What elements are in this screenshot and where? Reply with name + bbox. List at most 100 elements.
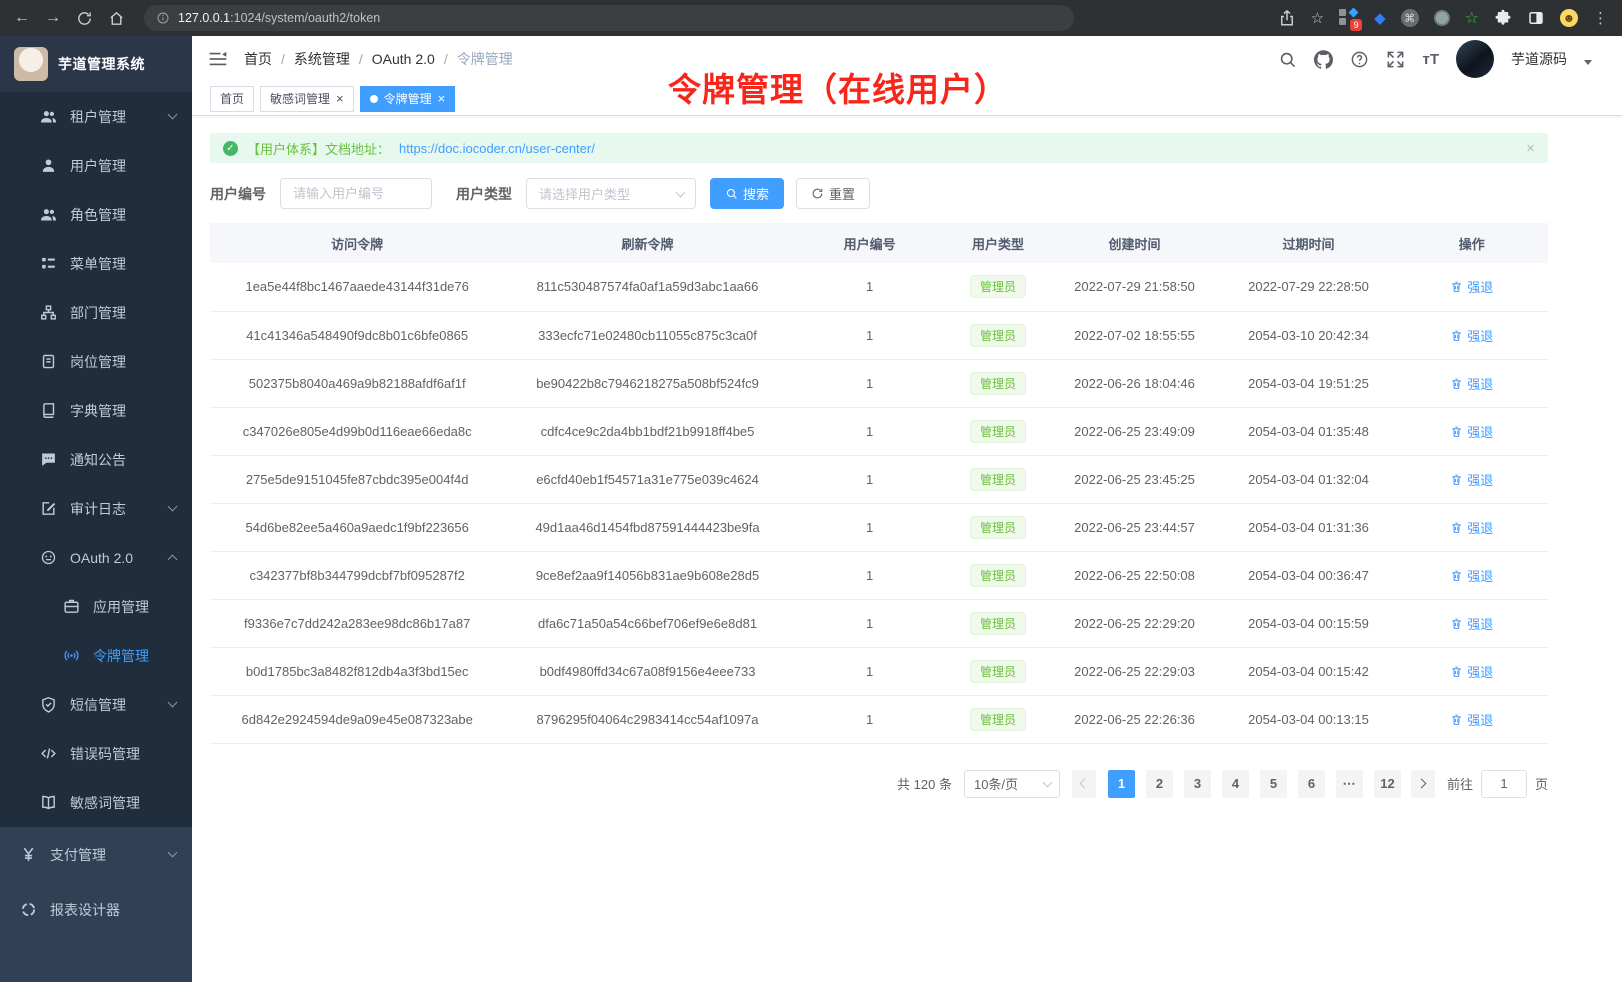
breadcrumb-home[interactable]: 首页 xyxy=(244,49,272,69)
reset-button[interactable]: 重置 xyxy=(796,178,870,209)
help-icon[interactable] xyxy=(1350,50,1369,69)
dot-extension-icon[interactable] xyxy=(1434,10,1450,26)
sidebar-item[interactable]: 岗位管理 xyxy=(0,337,192,386)
col-create-time: 创建时间 xyxy=(1048,223,1222,263)
page-button[interactable]: 3 xyxy=(1184,770,1211,798)
sidebar-item[interactable]: 租户管理 xyxy=(0,92,192,141)
font-size-icon[interactable] xyxy=(1422,51,1439,68)
alert-close-icon[interactable] xyxy=(1526,141,1535,156)
sidebar-item-label: 敏感词管理 xyxy=(70,793,140,813)
share-icon[interactable] xyxy=(1278,9,1296,27)
sidebar-item[interactable]: 错误码管理 xyxy=(0,729,192,778)
page-button[interactable]: 1 xyxy=(1108,770,1135,798)
force-logout-link[interactable]: 强退 xyxy=(1450,470,1493,489)
force-logout-link[interactable]: 强退 xyxy=(1450,277,1493,296)
sidebar-item[interactable]: 审计日志 xyxy=(0,484,192,533)
sidebar-item[interactable]: 应用管理 xyxy=(0,582,192,631)
tab-label: 令牌管理 xyxy=(384,90,432,107)
force-logout-link[interactable]: 强退 xyxy=(1450,566,1493,585)
table-row: 41c41346a548490f9dc8b01c6bfe0865 333ecfc… xyxy=(210,311,1548,359)
browser-menu-icon[interactable]: ⋮ xyxy=(1593,11,1608,26)
table-row: 6d842e2924594de9a09e45e087323abe 8796295… xyxy=(210,695,1548,743)
page-button[interactable]: 6 xyxy=(1298,770,1325,798)
force-logout-link[interactable]: 强退 xyxy=(1450,326,1493,345)
force-logout-link[interactable]: 强退 xyxy=(1450,662,1493,681)
bookmark-star-icon[interactable]: ☆ xyxy=(1311,11,1324,26)
breadcrumb-oauth[interactable]: OAuth 2.0 xyxy=(372,51,435,67)
sidebar-item[interactable]: 支付管理 xyxy=(0,827,192,882)
force-logout-link[interactable]: 强退 xyxy=(1450,710,1493,729)
sidebar-item[interactable]: 敏感词管理 xyxy=(0,778,192,827)
sidebar-item[interactable]: 菜单管理 xyxy=(0,239,192,288)
user-id-cell: 1 xyxy=(791,359,949,407)
expire-time-cell: 2054-03-04 01:32:04 xyxy=(1222,455,1396,503)
page-button[interactable]: 5 xyxy=(1260,770,1287,798)
force-logout-link[interactable]: 强退 xyxy=(1450,614,1493,633)
sidebar-toggle-icon[interactable] xyxy=(208,49,228,69)
emoji-extension-icon[interactable] xyxy=(1560,9,1578,27)
prev-page-button[interactable] xyxy=(1072,770,1096,798)
search-icon[interactable] xyxy=(1278,50,1297,69)
expire-time-cell: 2054-03-04 19:51:25 xyxy=(1222,359,1396,407)
address-bar[interactable]: 127.0.0.1:1024/system/oauth2/token xyxy=(144,5,1074,31)
user-name[interactable]: 芋道源码 xyxy=(1511,49,1567,69)
breadcrumb-system[interactable]: 系统管理 xyxy=(294,49,350,69)
doc-link[interactable]: https://doc.iocoder.cn/user-center/ xyxy=(399,141,595,156)
sidebar-item[interactable]: 字典管理 xyxy=(0,386,192,435)
page-button[interactable]: ⋯ xyxy=(1336,770,1363,798)
user-id-input[interactable] xyxy=(280,178,432,209)
tab-close-icon[interactable] xyxy=(438,92,446,105)
search-button[interactable]: 搜索 xyxy=(710,178,784,209)
trash-icon xyxy=(1450,377,1463,390)
sidebar-item[interactable]: 报表设计器 xyxy=(0,882,192,937)
user-type-label: 用户类型 xyxy=(456,184,512,204)
browser-reload-button[interactable] xyxy=(76,10,93,27)
tab[interactable]: 令牌管理 xyxy=(360,86,456,112)
menu-icon xyxy=(40,255,57,272)
chevron-down-icon xyxy=(168,502,178,512)
browser-home-button[interactable] xyxy=(108,10,125,27)
user-id-cell: 1 xyxy=(791,599,949,647)
create-time-cell: 2022-06-25 22:26:36 xyxy=(1048,695,1222,743)
tab[interactable]: 敏感词管理 xyxy=(260,86,354,112)
page-button[interactable]: 2 xyxy=(1146,770,1173,798)
chevron-down-icon xyxy=(676,187,686,197)
user-avatar[interactable] xyxy=(1456,40,1494,78)
sidebar-item[interactable]: 通知公告 xyxy=(0,435,192,484)
sidebar-item[interactable]: OAuth 2.0 xyxy=(0,533,192,582)
sidebar-item[interactable]: 短信管理 xyxy=(0,680,192,729)
sidebar-item[interactable]: 令牌管理 xyxy=(0,631,192,680)
table-header-row: 访问令牌 刷新令牌 用户编号 用户类型 创建时间 过期时间 操作 xyxy=(210,223,1548,263)
tab-close-icon[interactable] xyxy=(336,92,344,105)
sidebar-item[interactable]: 部门管理 xyxy=(0,288,192,337)
tab[interactable]: 首页 xyxy=(210,86,254,112)
puzzle-extensions-icon[interactable] xyxy=(1494,9,1512,27)
sidebar-item[interactable]: 角色管理 xyxy=(0,190,192,239)
sidebar-item-label: 错误码管理 xyxy=(70,744,140,764)
user-menu-caret-icon[interactable] xyxy=(1584,60,1592,65)
user-type-select[interactable]: 请选择用户类型 xyxy=(526,178,696,209)
force-logout-link[interactable]: 强退 xyxy=(1450,374,1493,393)
page-button[interactable]: 12 xyxy=(1374,770,1401,798)
browser-forward-button[interactable]: → xyxy=(45,10,61,26)
page-size-select[interactable]: 10条/页 xyxy=(964,770,1060,798)
app-logo-area[interactable]: 芋道管理系统 xyxy=(0,36,192,92)
goto-page-input[interactable] xyxy=(1481,770,1527,798)
force-logout-link[interactable]: 强退 xyxy=(1450,422,1493,441)
command-extension-icon[interactable]: ⌘ xyxy=(1401,9,1419,27)
fullscreen-icon[interactable] xyxy=(1386,50,1405,69)
next-page-button[interactable] xyxy=(1411,770,1435,798)
force-logout-link[interactable]: 强退 xyxy=(1450,518,1493,537)
create-time-cell: 2022-06-25 22:29:03 xyxy=(1048,647,1222,695)
split-screen-icon[interactable] xyxy=(1527,9,1545,27)
github-icon[interactable] xyxy=(1314,50,1333,69)
green-star-extension-icon[interactable]: ☆ xyxy=(1465,8,1479,28)
page-button[interactable]: 4 xyxy=(1222,770,1249,798)
user-id-cell: 1 xyxy=(791,551,949,599)
sidebar-item[interactable]: 用户管理 xyxy=(0,141,192,190)
gem-extension-icon[interactable]: ◆ xyxy=(1374,9,1386,27)
site-info-icon[interactable] xyxy=(156,11,170,25)
extension-icon[interactable]: 9 xyxy=(1339,8,1359,28)
browser-back-button[interactable]: ← xyxy=(14,10,30,26)
refresh-token-cell: b0df4980ffd34c67a08f9156e4eee733 xyxy=(504,647,790,695)
